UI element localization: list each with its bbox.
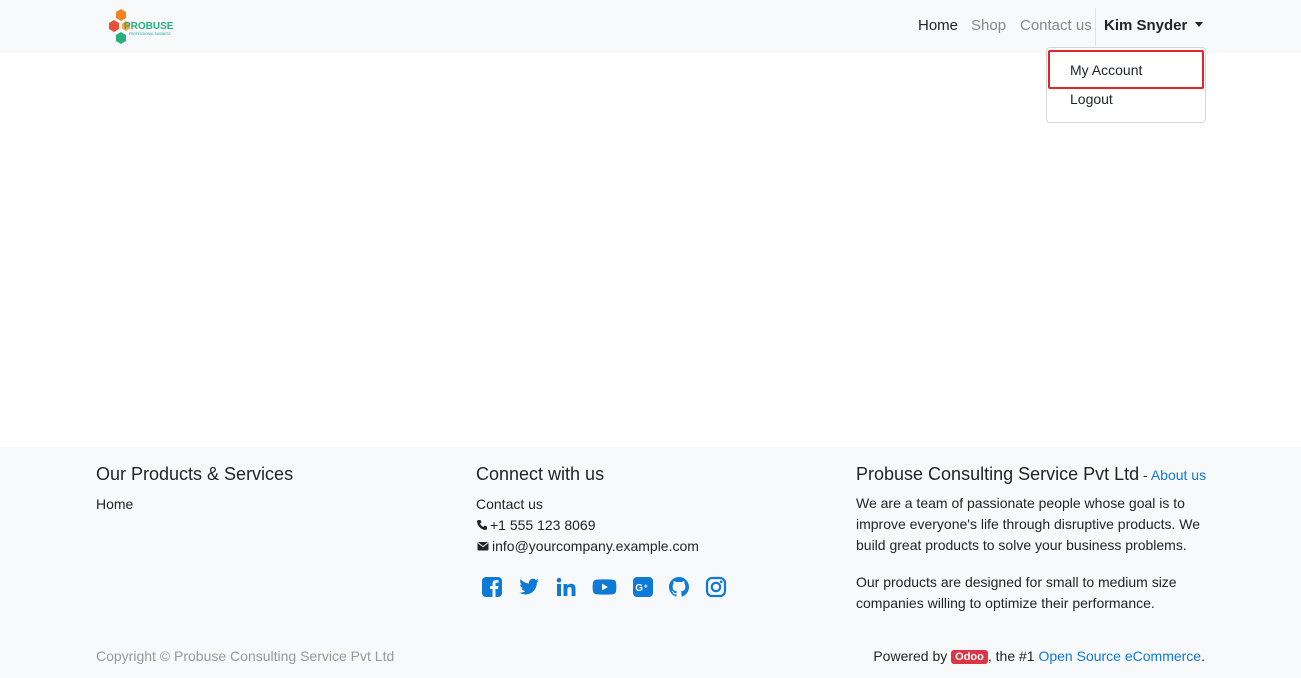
phone-line: +1 555 123 8069 xyxy=(476,515,596,536)
top-navbar: PROBUSE PROFESSIONAL BUSINESS Home Shop … xyxy=(0,0,1301,53)
about-paragraph-1: We are a team of passionate people whose… xyxy=(856,495,1201,553)
menu-item-my-account[interactable]: My Account xyxy=(1047,62,1205,78)
brand-name: PROBUSE xyxy=(124,21,174,32)
footer-contact-link[interactable]: Contact us xyxy=(476,494,543,515)
envelope-icon xyxy=(477,542,489,551)
email-address: info@yourcompany.example.com xyxy=(492,538,699,554)
open-source-ecommerce-link[interactable]: Open Source eCommerce xyxy=(1038,648,1201,664)
user-name: Kim Snyder xyxy=(1104,17,1188,34)
about-us-link[interactable]: About us xyxy=(1151,467,1206,483)
google-plus-icon[interactable]: G + xyxy=(632,576,654,598)
probuse-logo[interactable]: PROBUSE PROFESSIONAL BUSINESS xyxy=(107,8,179,45)
menu-item-logout[interactable]: Logout xyxy=(1047,91,1205,107)
about-paragraph-2: Our products are designed for small to m… xyxy=(856,574,1177,611)
user-dropdown-menu: My Account Logout xyxy=(1046,47,1206,123)
brand-tagline: PROFESSIONAL BUSINESS xyxy=(129,32,171,36)
odoo-badge[interactable]: Odoo xyxy=(951,650,988,664)
footer-home-link[interactable]: Home xyxy=(96,494,133,515)
about-title-line: Probuse Consulting Service Pvt Ltd - Abo… xyxy=(856,464,1206,485)
powered-by: Powered by Odoo, the #1 Open Source eCom… xyxy=(873,648,1205,664)
connect-title: Connect with us xyxy=(476,464,605,484)
nav-shop[interactable]: Shop xyxy=(971,17,1006,34)
powered-prefix: Powered by xyxy=(873,648,952,664)
email-line: info@yourcompany.example.com xyxy=(476,536,699,557)
svg-text:+: + xyxy=(644,584,648,591)
company-name: Probuse Consulting Service Pvt Ltd xyxy=(856,464,1140,484)
powered-middle: , the #1 xyxy=(987,648,1039,664)
nav-home[interactable]: Home xyxy=(918,17,958,34)
phone-number: +1 555 123 8069 xyxy=(490,517,596,533)
powered-suffix: . xyxy=(1201,648,1205,664)
nav-divider xyxy=(1095,8,1096,45)
products-title: Our Products & Services xyxy=(96,464,294,484)
phone-icon xyxy=(477,520,487,530)
facebook-icon[interactable] xyxy=(481,576,503,598)
instagram-icon[interactable] xyxy=(705,576,727,598)
linkedin-icon[interactable] xyxy=(555,576,577,598)
title-separator: - xyxy=(1139,467,1151,483)
copyright-text: Copyright © Probuse Consulting Service P… xyxy=(96,648,395,664)
nav-contact-us[interactable]: Contact us xyxy=(1020,17,1092,34)
footer: Our Products & Services Home Connect wit… xyxy=(0,447,1301,678)
github-icon[interactable] xyxy=(668,576,690,598)
caret-down-icon xyxy=(1195,22,1204,27)
youtube-icon[interactable] xyxy=(592,576,617,598)
user-menu-toggle[interactable]: Kim Snyder xyxy=(1104,17,1204,34)
twitter-icon[interactable] xyxy=(518,576,540,598)
svg-text:G: G xyxy=(635,583,643,594)
